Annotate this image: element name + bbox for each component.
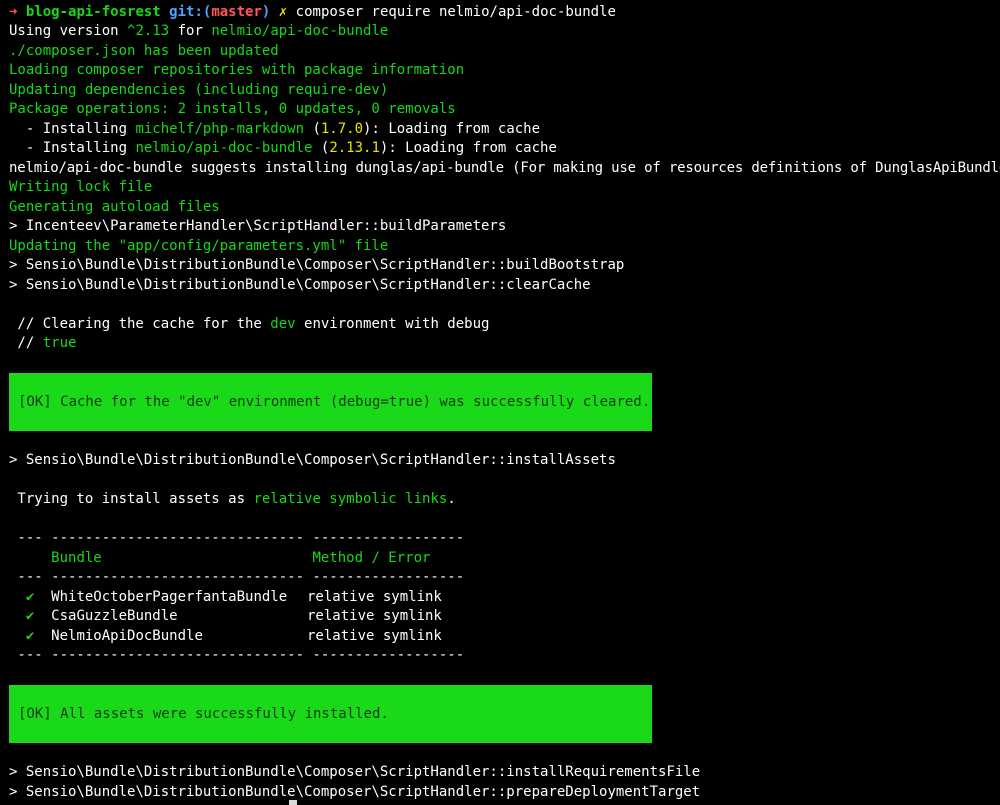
git-label-close: ) — [261, 4, 271, 20]
updating-deps-line: Updating dependencies (including require… — [9, 82, 389, 98]
table-row: ✔ CsaGuzzleBundle — [9, 606, 178, 626]
trying-install-line: Trying to install assets as relative sym… — [9, 491, 456, 507]
table-header: Bundle Method / Error — [9, 548, 430, 568]
terminal-cursor — [289, 800, 297, 805]
clearing-debug-line: // true — [9, 335, 77, 351]
install-mode: relative symbolic links — [253, 491, 448, 507]
script-build-bootstrap-line: > Sensio\Bundle\DistributionBundle\Compo… — [9, 257, 625, 273]
method-cell: relative symlink — [307, 628, 442, 644]
table-rule: --- ------------------------------ -----… — [9, 530, 465, 546]
suggest-line: nelmio/api-doc-bundle suggests installin… — [9, 160, 1000, 176]
prompt-directory: blog-api-fosrest — [25, 4, 161, 20]
clearing-env: dev — [270, 316, 296, 332]
install-package: michelf/php-markdown — [135, 121, 305, 137]
method-cell: relative symlink — [307, 589, 442, 605]
shell-command: composer require nelmio/api-doc-bundle — [295, 4, 616, 20]
git-branch: master — [211, 4, 262, 20]
script-install-assets-line: > Sensio\Bundle\DistributionBundle\Compo… — [9, 452, 616, 468]
check-icon: ✔ — [25, 628, 35, 644]
install-version: 1.7.0 — [320, 121, 364, 137]
ok-assets-installed-message: [OK] All assets were successfully instal… — [18, 706, 389, 722]
generating-autoload-line: Generating autoload files — [9, 199, 220, 215]
column-header-method: Method / Error — [312, 550, 431, 566]
loading-repos-line: Loading composer repositories with packa… — [9, 62, 465, 78]
script-install-requirements-line: > Sensio\Bundle\DistributionBundle\Compo… — [9, 764, 701, 780]
bundle-name: CsaGuzzleBundle — [51, 608, 178, 624]
table-row: ✔ NelmioApiDocBundle — [9, 626, 203, 646]
install-line: - Installing nelmio/api-doc-bundle (2.13… — [9, 140, 557, 156]
install-version: 2.13.1 — [329, 140, 380, 156]
method-cell: relative symlink — [307, 608, 442, 624]
script-prepare-deployment-line: > Sensio\Bundle\DistributionBundle\Compo… — [9, 784, 701, 800]
version-constraint: ^2.13 — [127, 23, 170, 39]
writing-lock-line: Writing lock file — [9, 179, 153, 195]
table-rule: --- ------------------------------ -----… — [9, 569, 465, 585]
shell-prompt-line: ➜ blog-api-fosrest git:(master) ✗ compos… — [9, 2, 616, 22]
check-icon: ✔ — [25, 608, 35, 624]
bundle-name: WhiteOctoberPagerfantaBundle — [51, 589, 288, 605]
bundle-name: NelmioApiDocBundle — [51, 628, 203, 644]
install-package: nelmio/api-doc-bundle — [135, 140, 313, 156]
ok-assets-installed-box: [OK] All assets were successfully instal… — [9, 685, 652, 743]
git-label: git:( — [169, 4, 212, 20]
script-build-parameters-line: > Incenteev\ParameterHandler\ScriptHandl… — [9, 218, 507, 234]
clearing-debug-value: true — [42, 335, 77, 351]
version-line: Using version ^2.13 for nelmio/api-doc-b… — [9, 23, 389, 39]
updating-parameters-line: Updating the "app/config/parameters.yml"… — [9, 238, 389, 254]
table-rule: --- ------------------------------ -----… — [9, 647, 465, 663]
script-clear-cache-line: > Sensio\Bundle\DistributionBundle\Compo… — [9, 277, 591, 293]
git-dirty-icon: ✗ — [278, 4, 288, 20]
version-package: nelmio/api-doc-bundle — [211, 23, 389, 39]
column-header-bundle: Bundle — [51, 550, 102, 566]
prompt-arrow-icon: ➜ — [9, 4, 18, 20]
install-line: - Installing michelf/php-markdown (1.7.0… — [9, 121, 541, 137]
ok-cache-cleared-message: [OK] Cache for the "dev" environment (de… — [18, 394, 651, 410]
ok-cache-cleared-box: [OK] Cache for the "dev" environment (de… — [9, 373, 652, 431]
check-icon: ✔ — [25, 589, 35, 605]
composer-updated-line: ./composer.json has been updated — [9, 43, 279, 59]
package-ops-line: Package operations: 2 installs, 0 update… — [9, 101, 456, 117]
table-row: ✔ WhiteOctoberPagerfantaBundle — [9, 587, 287, 607]
clearing-cache-line: // Clearing the cache for the dev enviro… — [9, 316, 490, 332]
